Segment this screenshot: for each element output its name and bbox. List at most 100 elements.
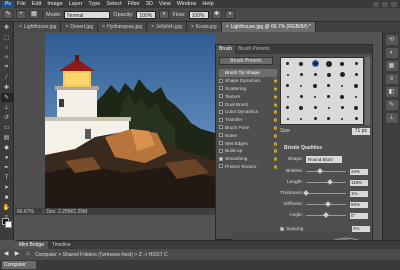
document-tab[interactable]: × Desert.jpg bbox=[61, 22, 99, 32]
brush-setting-brush-pose[interactable]: Brush Pose 🔒 bbox=[219, 124, 278, 132]
brush-tip[interactable] bbox=[314, 95, 317, 98]
shape-tool-icon[interactable]: ■ bbox=[1, 193, 13, 202]
document-canvas[interactable] bbox=[45, 33, 215, 208]
close-tab-icon[interactable]: × bbox=[102, 22, 105, 32]
eraser-tool-icon[interactable]: ▭ bbox=[1, 123, 13, 132]
clone-source-panel-icon[interactable]: ⊥ bbox=[385, 113, 398, 123]
brush-setting-build-up[interactable]: Build-up 🔒 bbox=[219, 147, 278, 155]
slider-track[interactable] bbox=[306, 179, 346, 185]
brush-setting-dual-brush[interactable]: Dual Brush 🔒 bbox=[219, 100, 278, 108]
lasso-tool-icon[interactable]: ○ bbox=[1, 43, 13, 52]
brush-tip[interactable] bbox=[286, 117, 289, 120]
brush-tip[interactable] bbox=[354, 83, 359, 88]
brush-tip[interactable] bbox=[286, 95, 289, 98]
spacing-checkbox[interactable] bbox=[280, 227, 284, 231]
menu-item-file[interactable]: File bbox=[14, 1, 29, 7]
back-icon[interactable]: ◀ bbox=[2, 251, 10, 258]
close-tab-icon[interactable]: × bbox=[151, 22, 154, 32]
brush-tip[interactable] bbox=[340, 94, 345, 99]
document-size[interactable]: Doc: 2.25M/2.25M bbox=[46, 209, 87, 215]
brush-setting-brush-tip-shape[interactable]: Brush Tip Shape bbox=[219, 69, 277, 77]
lock-icon[interactable]: 🔒 bbox=[273, 78, 278, 83]
adjustments-panel-icon[interactable]: ◧ bbox=[385, 87, 398, 97]
lock-icon[interactable]: 🔒 bbox=[273, 133, 278, 138]
setting-checkbox[interactable] bbox=[219, 156, 223, 161]
airbrush-icon[interactable]: ✱ bbox=[211, 10, 222, 19]
slider-thumb[interactable] bbox=[325, 201, 331, 207]
lock-icon[interactable]: 🔒 bbox=[273, 148, 278, 153]
slider-track[interactable] bbox=[306, 201, 346, 207]
document-tab[interactable]: × Lighthouse.jpg @ 66.7% (RGB/8#) * bbox=[221, 22, 317, 32]
brush-setting-color-dynamics[interactable]: Color Dynamics 🔒 bbox=[219, 108, 278, 116]
slider-track[interactable] bbox=[303, 190, 346, 196]
computer-location-select[interactable]: Computer bbox=[2, 261, 36, 269]
brush-tip[interactable] bbox=[327, 117, 331, 120]
brush-tip[interactable] bbox=[299, 95, 303, 98]
brush-setting-texture[interactable]: Texture 🔒 bbox=[219, 92, 278, 100]
lock-icon[interactable]: 🔒 bbox=[273, 141, 278, 146]
setting-checkbox[interactable] bbox=[219, 94, 223, 99]
shape-select[interactable]: Round Blunt bbox=[306, 156, 342, 163]
menu-item-type[interactable]: Type bbox=[85, 1, 103, 7]
dodge-tool-icon[interactable]: ● bbox=[1, 153, 13, 162]
brush-tip[interactable] bbox=[325, 60, 332, 67]
slider-track[interactable] bbox=[306, 168, 346, 174]
slider-thumb[interactable] bbox=[327, 179, 333, 185]
brush-tip[interactable] bbox=[340, 61, 345, 66]
brush-tip[interactable] bbox=[299, 105, 304, 110]
brush-tip[interactable] bbox=[339, 72, 345, 77]
brush-tool-icon[interactable]: ✎ bbox=[3, 10, 13, 19]
zoom-level[interactable]: 66.67% bbox=[15, 209, 43, 215]
lock-icon[interactable]: 🔒 bbox=[273, 102, 278, 107]
brush-setting-scattering[interactable]: Scattering 🔒 bbox=[219, 85, 278, 93]
brush-tip[interactable] bbox=[327, 95, 331, 98]
menu-item-filter[interactable]: Filter bbox=[125, 1, 143, 7]
brush-tip[interactable] bbox=[340, 106, 344, 109]
opacity-field[interactable]: 100% bbox=[136, 10, 157, 19]
home-icon[interactable]: ⌂ bbox=[24, 251, 32, 258]
size-field[interactable]: 71 px bbox=[351, 127, 370, 135]
setting-checkbox[interactable] bbox=[219, 125, 223, 130]
lock-icon[interactable]: 🔒 bbox=[273, 117, 278, 122]
history-panel-icon[interactable]: ⟲ bbox=[385, 35, 398, 45]
setting-checkbox[interactable] bbox=[219, 164, 223, 169]
brush-tip[interactable] bbox=[313, 117, 317, 120]
brush-tip[interactable] bbox=[286, 73, 289, 76]
lock-icon[interactable]: 🔒 bbox=[273, 125, 278, 130]
move-tool-icon[interactable]: ✥ bbox=[1, 23, 13, 32]
brush-tool-icon[interactable]: ✎ bbox=[0, 93, 13, 102]
brush-tip[interactable] bbox=[286, 106, 290, 109]
document-tab[interactable]: × Lighthouse.jpg bbox=[15, 22, 62, 32]
brush-tip[interactable] bbox=[354, 62, 358, 65]
breadcrumb[interactable]: Computer > Shared Folders (\\vmware-host… bbox=[35, 252, 168, 258]
lock-icon[interactable]: 🔒 bbox=[273, 109, 278, 114]
brush-setting-transfer[interactable]: Transfer 🔒 bbox=[219, 116, 278, 124]
brush-tip[interactable] bbox=[299, 61, 304, 66]
mode-select[interactable]: Normal bbox=[64, 10, 111, 19]
menu-item-select[interactable]: Select bbox=[103, 1, 124, 7]
blur-tool-icon[interactable]: ◆ bbox=[1, 143, 13, 152]
brush-setting-protect-texture[interactable]: Protect Texture 🔒 bbox=[219, 163, 278, 171]
slider-value-field[interactable]: 0° bbox=[350, 212, 368, 219]
brush-tip[interactable] bbox=[326, 72, 331, 77]
document-tab[interactable]: × Hydrangeas.jpg bbox=[98, 22, 148, 32]
brush-panel-icon[interactable]: ✎ bbox=[385, 100, 398, 110]
workspace-icon[interactable] bbox=[373, 1, 379, 7]
brush-setting-noise[interactable]: Noise 🔒 bbox=[219, 131, 278, 139]
close-tab-icon[interactable]: × bbox=[65, 22, 68, 32]
brush-size-picker[interactable]: • bbox=[16, 10, 26, 19]
setting-checkbox[interactable] bbox=[219, 109, 223, 114]
lock-icon[interactable]: 🔒 bbox=[273, 94, 278, 99]
brush-tip[interactable] bbox=[300, 117, 303, 120]
brush-setting-wet-edges[interactable]: Wet Edges 🔒 bbox=[219, 139, 278, 147]
brush-tip[interactable] bbox=[354, 105, 359, 110]
brush-tip[interactable] bbox=[313, 73, 317, 76]
lock-icon[interactable]: 🔒 bbox=[273, 156, 278, 161]
pen-tool-icon[interactable]: ✒ bbox=[1, 163, 13, 172]
swatches-panel-icon[interactable]: ▦ bbox=[385, 61, 398, 71]
minimize-icon[interactable] bbox=[382, 1, 388, 7]
tab-brush[interactable]: Brush bbox=[216, 45, 236, 54]
document-tab[interactable]: × Koala.jpg bbox=[186, 22, 222, 32]
clone-stamp-tool-icon[interactable]: ⊥ bbox=[1, 103, 13, 112]
close-icon[interactable] bbox=[391, 1, 397, 7]
